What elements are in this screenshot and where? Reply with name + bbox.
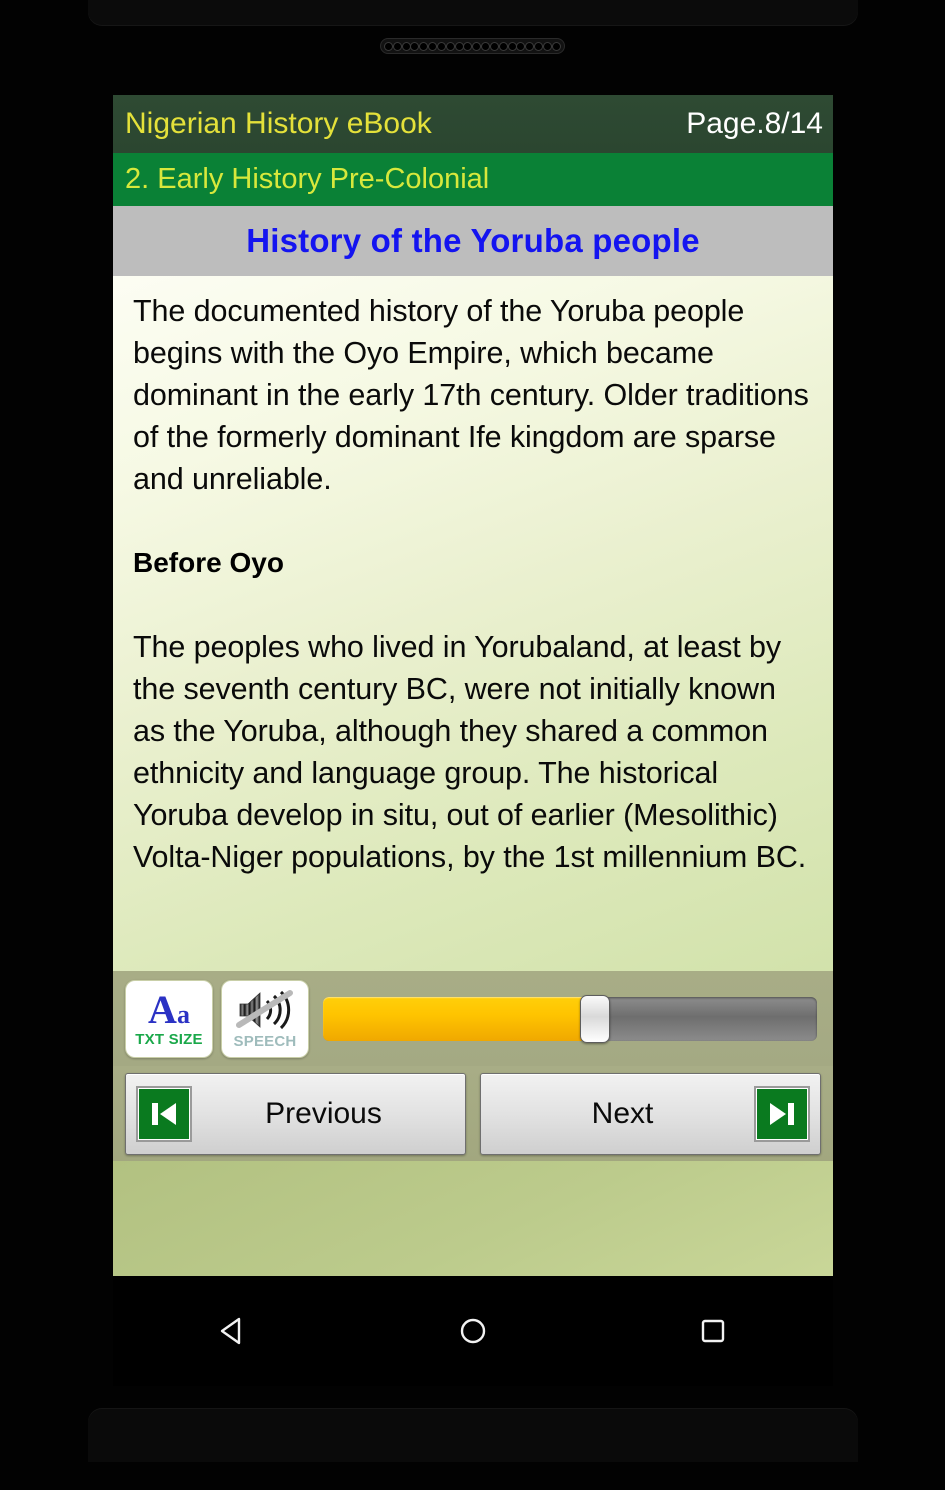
section-title: History of the Yoruba people [246, 222, 700, 259]
text-size-icon: Aa [148, 990, 190, 1030]
speech-button[interactable]: SPEECH [221, 979, 309, 1058]
earpiece-speaker-grille [380, 38, 565, 54]
text-size-glyph-small: a [176, 1000, 190, 1029]
chapter-label: 2. Early History Pre-Colonial [125, 163, 490, 195]
text-size-label: TXT SIZE [135, 1031, 203, 1048]
recents-square-icon[interactable] [668, 1301, 758, 1361]
speaker-muted-icon [236, 989, 294, 1031]
reader-content-pane[interactable]: The documented history of the Yoruba peo… [113, 276, 833, 971]
slider-fill [323, 996, 595, 1041]
device-top-bezel [88, 0, 858, 26]
progress-slider[interactable] [323, 994, 817, 1043]
page-navigation-row: Previous Next [113, 1066, 833, 1161]
body-paragraph-2: The peoples who lived in Yorubaland, at … [133, 630, 807, 874]
section-title-band: History of the Yoruba people [113, 206, 833, 276]
page-indicator: Page.8/14 [686, 107, 823, 140]
reader-control-strip: Aa TXT SIZE SPEECH [113, 971, 833, 1066]
app-screen: Nigerian History eBook Page.8/14 2. Earl… [113, 95, 833, 1276]
app-bar: Nigerian History eBook Page.8/14 [113, 95, 833, 153]
text-size-button[interactable]: Aa TXT SIZE [125, 979, 213, 1058]
chapter-bar[interactable]: 2. Early History Pre-Colonial [113, 153, 833, 206]
speech-label: SPEECH [233, 1032, 297, 1050]
next-button[interactable]: Next [480, 1072, 821, 1155]
app-title: Nigerian History eBook [125, 107, 432, 140]
body-heading-before-oyo: Before Oyo [133, 547, 284, 578]
home-circle-icon[interactable] [428, 1301, 518, 1361]
android-system-navbar [113, 1276, 833, 1386]
skip-previous-icon [136, 1085, 192, 1142]
next-button-label: Next [591, 1096, 654, 1130]
back-triangle-icon[interactable] [188, 1301, 278, 1361]
skip-next-icon [754, 1085, 810, 1142]
previous-button[interactable]: Previous [125, 1072, 466, 1155]
previous-button-label: Previous [265, 1096, 382, 1130]
slider-thumb[interactable] [579, 994, 610, 1043]
device-bottom-bezel [88, 1408, 858, 1462]
text-size-glyph-big: A [148, 987, 177, 1032]
body-paragraph-1: The documented history of the Yoruba peo… [133, 294, 809, 496]
screen-bottom-filler [113, 1161, 833, 1276]
device-frame: Nigerian History eBook Page.8/14 2. Earl… [0, 0, 945, 1490]
